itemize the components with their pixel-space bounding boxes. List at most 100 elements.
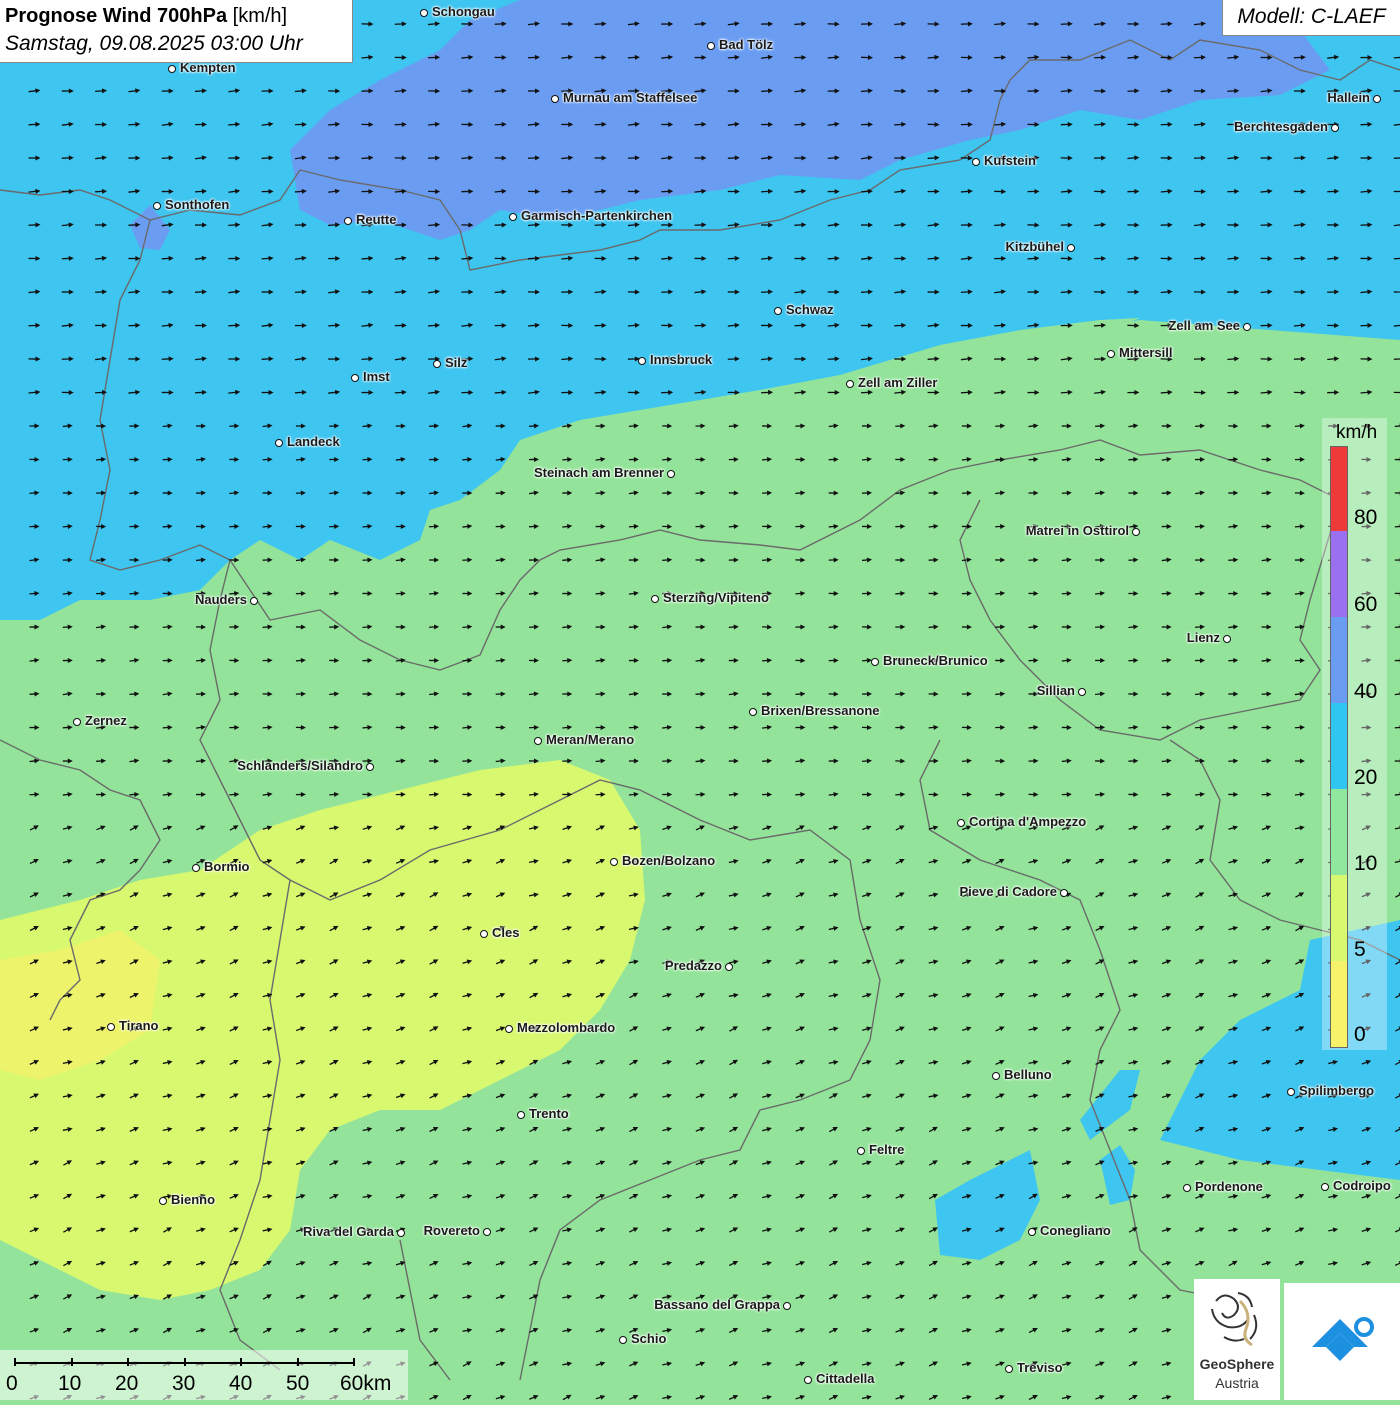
- city-marker-icon[interactable]: [1078, 688, 1086, 696]
- city-label: Silz: [445, 355, 467, 370]
- city-label: Bozen/Bolzano: [622, 853, 715, 868]
- legend-color-bar: [1330, 446, 1348, 1048]
- city-marker-icon[interactable]: [992, 1072, 1000, 1080]
- city-label: Imst: [363, 369, 390, 384]
- city-label: Zell am Ziller: [858, 375, 937, 390]
- city-label: Schongau: [432, 4, 495, 19]
- city-label: Meran/Merano: [546, 732, 634, 747]
- scale-bar: 0102030405060km: [0, 1350, 408, 1400]
- city-marker-icon[interactable]: [638, 357, 646, 365]
- city-marker-icon[interactable]: [1223, 635, 1231, 643]
- city-marker-icon[interactable]: [1243, 323, 1251, 331]
- city-marker-icon[interactable]: [783, 1302, 791, 1310]
- city-marker-icon[interactable]: [1067, 244, 1075, 252]
- legend-tick-label: 10: [1354, 852, 1377, 876]
- scale-label: 0: [6, 1372, 18, 1396]
- city-marker-icon[interactable]: [159, 1197, 167, 1205]
- city-marker-icon[interactable]: [1132, 528, 1140, 536]
- legend-tick-label: 40: [1354, 680, 1377, 704]
- legend-swatch: [1331, 447, 1347, 531]
- weather-app-logo[interactable]: [1284, 1283, 1400, 1400]
- city-marker-icon[interactable]: [619, 1336, 627, 1344]
- city-marker-icon[interactable]: [1060, 889, 1068, 897]
- city-marker-icon[interactable]: [275, 439, 283, 447]
- city-label: Sterzing/Vipiteno: [663, 590, 769, 605]
- city-marker-icon[interactable]: [551, 95, 559, 103]
- city-marker-icon[interactable]: [73, 718, 81, 726]
- city-marker-icon[interactable]: [534, 737, 542, 745]
- color-legend: km/h 806040201050: [1322, 418, 1387, 1050]
- geosphere-name: GeoSphere: [1194, 1356, 1280, 1372]
- scale-label: 30: [172, 1372, 195, 1396]
- city-marker-icon[interactable]: [250, 597, 258, 605]
- city-label: Cles: [492, 925, 519, 940]
- city-marker-icon[interactable]: [433, 360, 441, 368]
- city-label: Hallein: [1327, 90, 1370, 105]
- city-label: Nauders: [195, 592, 247, 607]
- city-marker-icon[interactable]: [397, 1229, 405, 1237]
- city-label: Landeck: [287, 434, 340, 449]
- city-marker-icon[interactable]: [707, 42, 715, 50]
- scale-label: 40: [229, 1372, 252, 1396]
- city-marker-icon[interactable]: [651, 595, 659, 603]
- city-label: Kitzbühel: [1006, 239, 1065, 254]
- city-label: Garmisch-Partenkirchen: [521, 208, 672, 223]
- forecast-date: Samstag, 09.08.2025 03:00 Uhr: [5, 30, 347, 57]
- city-marker-icon[interactable]: [168, 65, 176, 73]
- city-marker-icon[interactable]: [517, 1111, 525, 1119]
- geosphere-logo[interactable]: GeoSphere Austria: [1194, 1279, 1280, 1400]
- cloud-arrow-icon: [1284, 1283, 1400, 1400]
- city-marker-icon[interactable]: [192, 864, 200, 872]
- city-label: Cortina d'Ampezzo: [969, 814, 1086, 829]
- city-label: Schwaz: [786, 302, 834, 317]
- city-marker-icon[interactable]: [725, 963, 733, 971]
- legend-tick-label: 20: [1354, 766, 1377, 790]
- city-label: Riva del Garda: [303, 1224, 394, 1239]
- city-label: Rovereto: [424, 1223, 480, 1238]
- city-marker-icon[interactable]: [1183, 1184, 1191, 1192]
- city-marker-icon[interactable]: [804, 1376, 812, 1384]
- legend-swatch: [1331, 961, 1347, 1047]
- city-marker-icon[interactable]: [480, 930, 488, 938]
- city-marker-icon[interactable]: [774, 307, 782, 315]
- city-marker-icon[interactable]: [871, 658, 879, 666]
- city-label: Schio: [631, 1331, 666, 1346]
- city-marker-icon[interactable]: [846, 380, 854, 388]
- legend-swatch: [1331, 789, 1347, 875]
- scale-label: 20: [115, 1372, 138, 1396]
- city-marker-icon[interactable]: [1005, 1365, 1013, 1373]
- city-label: Murnau am Staffelsee: [563, 90, 697, 105]
- city-marker-icon[interactable]: [344, 217, 352, 225]
- city-marker-icon[interactable]: [107, 1023, 115, 1031]
- city-marker-icon[interactable]: [153, 202, 161, 210]
- city-marker-icon[interactable]: [667, 470, 675, 478]
- map-title-unit: [km/h]: [233, 5, 287, 27]
- city-marker-icon[interactable]: [505, 1025, 513, 1033]
- city-marker-icon[interactable]: [972, 158, 980, 166]
- city-marker-icon[interactable]: [1287, 1088, 1295, 1096]
- city-marker-icon[interactable]: [1331, 124, 1339, 132]
- scale-label: 60km: [340, 1372, 391, 1396]
- city-marker-icon[interactable]: [1028, 1228, 1036, 1236]
- city-marker-icon[interactable]: [749, 708, 757, 716]
- legend-tick-label: 80: [1354, 506, 1377, 530]
- city-marker-icon[interactable]: [483, 1228, 491, 1236]
- city-marker-icon[interactable]: [351, 374, 359, 382]
- city-marker-icon[interactable]: [610, 858, 618, 866]
- city-label: Bassano del Grappa: [654, 1297, 780, 1312]
- city-marker-icon[interactable]: [420, 9, 428, 17]
- city-marker-icon[interactable]: [857, 1147, 865, 1155]
- city-label: Sonthofen: [165, 197, 229, 212]
- city-marker-icon[interactable]: [366, 763, 374, 771]
- city-marker-icon[interactable]: [957, 819, 965, 827]
- city-marker-icon[interactable]: [1321, 1183, 1329, 1191]
- city-marker-icon[interactable]: [1373, 95, 1381, 103]
- city-label: Pieve di Cadore: [959, 884, 1057, 899]
- scale-tick: [297, 1358, 299, 1366]
- city-label: Codroipo: [1333, 1178, 1391, 1193]
- scale-tick: [353, 1358, 355, 1366]
- scale-tick: [71, 1358, 73, 1366]
- city-marker-icon[interactable]: [1107, 350, 1115, 358]
- city-marker-icon[interactable]: [509, 213, 517, 221]
- city-label: Spilimbergo: [1299, 1083, 1374, 1098]
